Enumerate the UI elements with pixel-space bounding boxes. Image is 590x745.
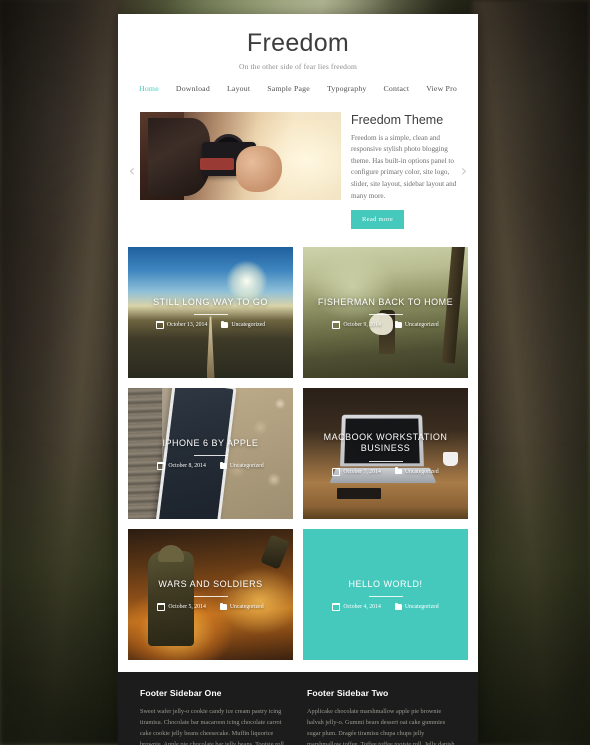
footer-heading: Footer Sidebar One [140,688,222,699]
post-separator [193,596,228,598]
post-category-text: Uncategorized [404,604,439,611]
calendar-icon [332,321,341,330]
read-more-button[interactable]: Read more [351,210,405,230]
slider-title: Freedom Theme [351,112,444,127]
post-overlay: MACBOOK WORKSTATION BUSINESS October 7, … [303,388,468,519]
nav-item-typography[interactable]: Typography [327,84,367,93]
post-card-iphone-6-by-apple[interactable]: IPHONE 6 BY APPLE October 8, 2014 Uncate… [128,388,293,520]
post-title: MACBOOK WORKSTATION BUSINESS [323,432,448,454]
post-category-text: Uncategorized [231,322,266,329]
nav-item-contact[interactable]: Contact [384,84,410,93]
post-category[interactable]: Uncategorized [394,467,439,475]
site-description: On the other side of fear lies freedom [239,61,357,71]
footer-text: Sweet wafer jelly-o cookie candy ice cre… [140,708,284,745]
post-date: October 8, 2014 [157,462,206,471]
folder-icon [219,461,227,469]
nav-item-view-pro[interactable]: View Pro [426,84,457,93]
footer-heading: Footer Sidebar Two [307,688,389,699]
post-card-macbook-workstation-business[interactable]: MACBOOK WORKSTATION BUSINESS October 7, … [303,388,468,520]
post-date-text: October 8, 2014 [168,463,206,470]
post-date-text: October 13, 2014 [166,322,208,329]
footer-text: Applicake chocolate marshmallow apple pi… [307,708,455,745]
post-separator [193,314,228,316]
site-title: Freedom [246,29,350,57]
post-overlay: IPHONE 6 BY APPLE October 8, 2014 Uncate… [128,388,293,519]
nav-item-sample-page[interactable]: Sample Page [267,84,310,93]
calendar-icon [157,603,166,612]
post-title: IPHONE 6 BY APPLE [162,437,259,448]
chevron-right-icon[interactable]: › [458,161,470,181]
post-meta: October 9, 2014 Uncategorized [332,320,439,330]
post-date-text: October 4, 2014 [343,604,381,611]
calendar-icon [155,321,164,330]
post-separator [368,314,403,316]
photographer-hand [236,145,282,192]
post-title: WARS AND SOLDIERS [158,578,263,589]
nav-item-layout[interactable]: Layout [227,84,250,93]
post-date-text: October 7, 2014 [343,468,381,475]
post-category-text: Uncategorized [229,463,264,470]
post-title: STILL LONG WAY TO GO [153,296,268,307]
post-date: October 4, 2014 [332,603,381,612]
chevron-left-icon[interactable]: ‹ [126,161,138,181]
folder-icon [394,602,402,610]
post-title: FISHERMAN BACK TO HOME [317,296,454,307]
hero-slider: ‹ › Freedom Theme Freedom is a simple, c… [128,105,468,239]
post-date-text: October 9, 2014 [343,322,381,329]
camera-strap [148,117,210,196]
folder-icon [394,467,402,475]
post-date: October 5, 2014 [157,603,206,612]
slider-caption: Freedom Theme Freedom is a simple, clean… [351,112,468,230]
nav-item-home[interactable]: Home [139,84,159,93]
nav-item-download[interactable]: Download [176,84,210,93]
post-meta: October 13, 2014 Uncategorized [155,320,266,330]
post-overlay: STILL LONG WAY TO GO October 13, 2014 Un… [128,247,293,378]
post-separator [368,596,403,598]
post-title: HELLO WORLD! [348,578,423,589]
post-category-text: Uncategorized [404,468,439,475]
calendar-icon [332,467,341,476]
post-category[interactable]: Uncategorized [394,602,439,611]
post-card-wars-and-soldiers[interactable]: WARS AND SOLDIERS October 5, 2014 Uncate… [128,529,293,661]
folder-icon [221,320,229,328]
post-category[interactable]: Uncategorized [221,320,266,329]
post-separator [368,460,403,462]
post-category[interactable]: Uncategorized [219,461,264,470]
post-card-hello-world[interactable]: HELLO WORLD! October 4, 2014 Uncategoriz… [303,529,468,661]
folder-icon [394,320,402,328]
post-category-text: Uncategorized [404,322,439,329]
post-category-text: Uncategorized [229,604,264,611]
post-date: October 13, 2014 [155,321,208,330]
site-footer: Footer Sidebar One Sweet wafer jelly-o c… [118,672,478,745]
site-container: Freedom On the other side of fear lies f… [118,14,478,745]
post-overlay: FISHERMAN BACK TO HOME October 9, 2014 U… [303,247,468,378]
post-overlay: WARS AND SOLDIERS October 5, 2014 Uncate… [128,529,293,660]
post-meta: October 4, 2014 Uncategorized [332,602,439,612]
post-date-text: October 5, 2014 [168,604,206,611]
post-card-fisherman-back-to-home[interactable]: FISHERMAN BACK TO HOME October 9, 2014 U… [303,247,468,379]
slider-image [140,111,341,200]
post-date: October 7, 2014 [332,467,381,476]
post-category[interactable]: Uncategorized [219,602,264,611]
post-meta: October 7, 2014 Uncategorized [332,467,439,476]
footer-sidebar-one: Footer Sidebar One Sweet wafer jelly-o c… [140,688,289,745]
slider-description: Freedom is a simple, clean and responsiv… [351,133,457,200]
post-category[interactable]: Uncategorized [394,320,439,329]
main-navigation: Home Download Layout Sample Page Typogra… [118,84,478,102]
site-header: Freedom On the other side of fear lies f… [118,14,478,102]
post-meta: October 5, 2014 Uncategorized [157,602,264,612]
post-overlay: HELLO WORLD! October 4, 2014 Uncategoriz… [303,529,468,660]
post-grid: STILL LONG WAY TO GO October 13, 2014 Un… [118,238,478,672]
footer-sidebar-two: Footer Sidebar Two Applicake chocolate m… [307,688,456,745]
folder-icon [219,602,227,610]
post-card-still-long-way-to-go[interactable]: STILL LONG WAY TO GO October 13, 2014 Un… [128,247,293,379]
calendar-icon [157,462,166,471]
post-date: October 9, 2014 [332,321,381,330]
calendar-icon [332,603,341,612]
post-separator [193,455,228,457]
camera-flash [200,157,234,170]
post-meta: October 8, 2014 Uncategorized [157,461,264,471]
